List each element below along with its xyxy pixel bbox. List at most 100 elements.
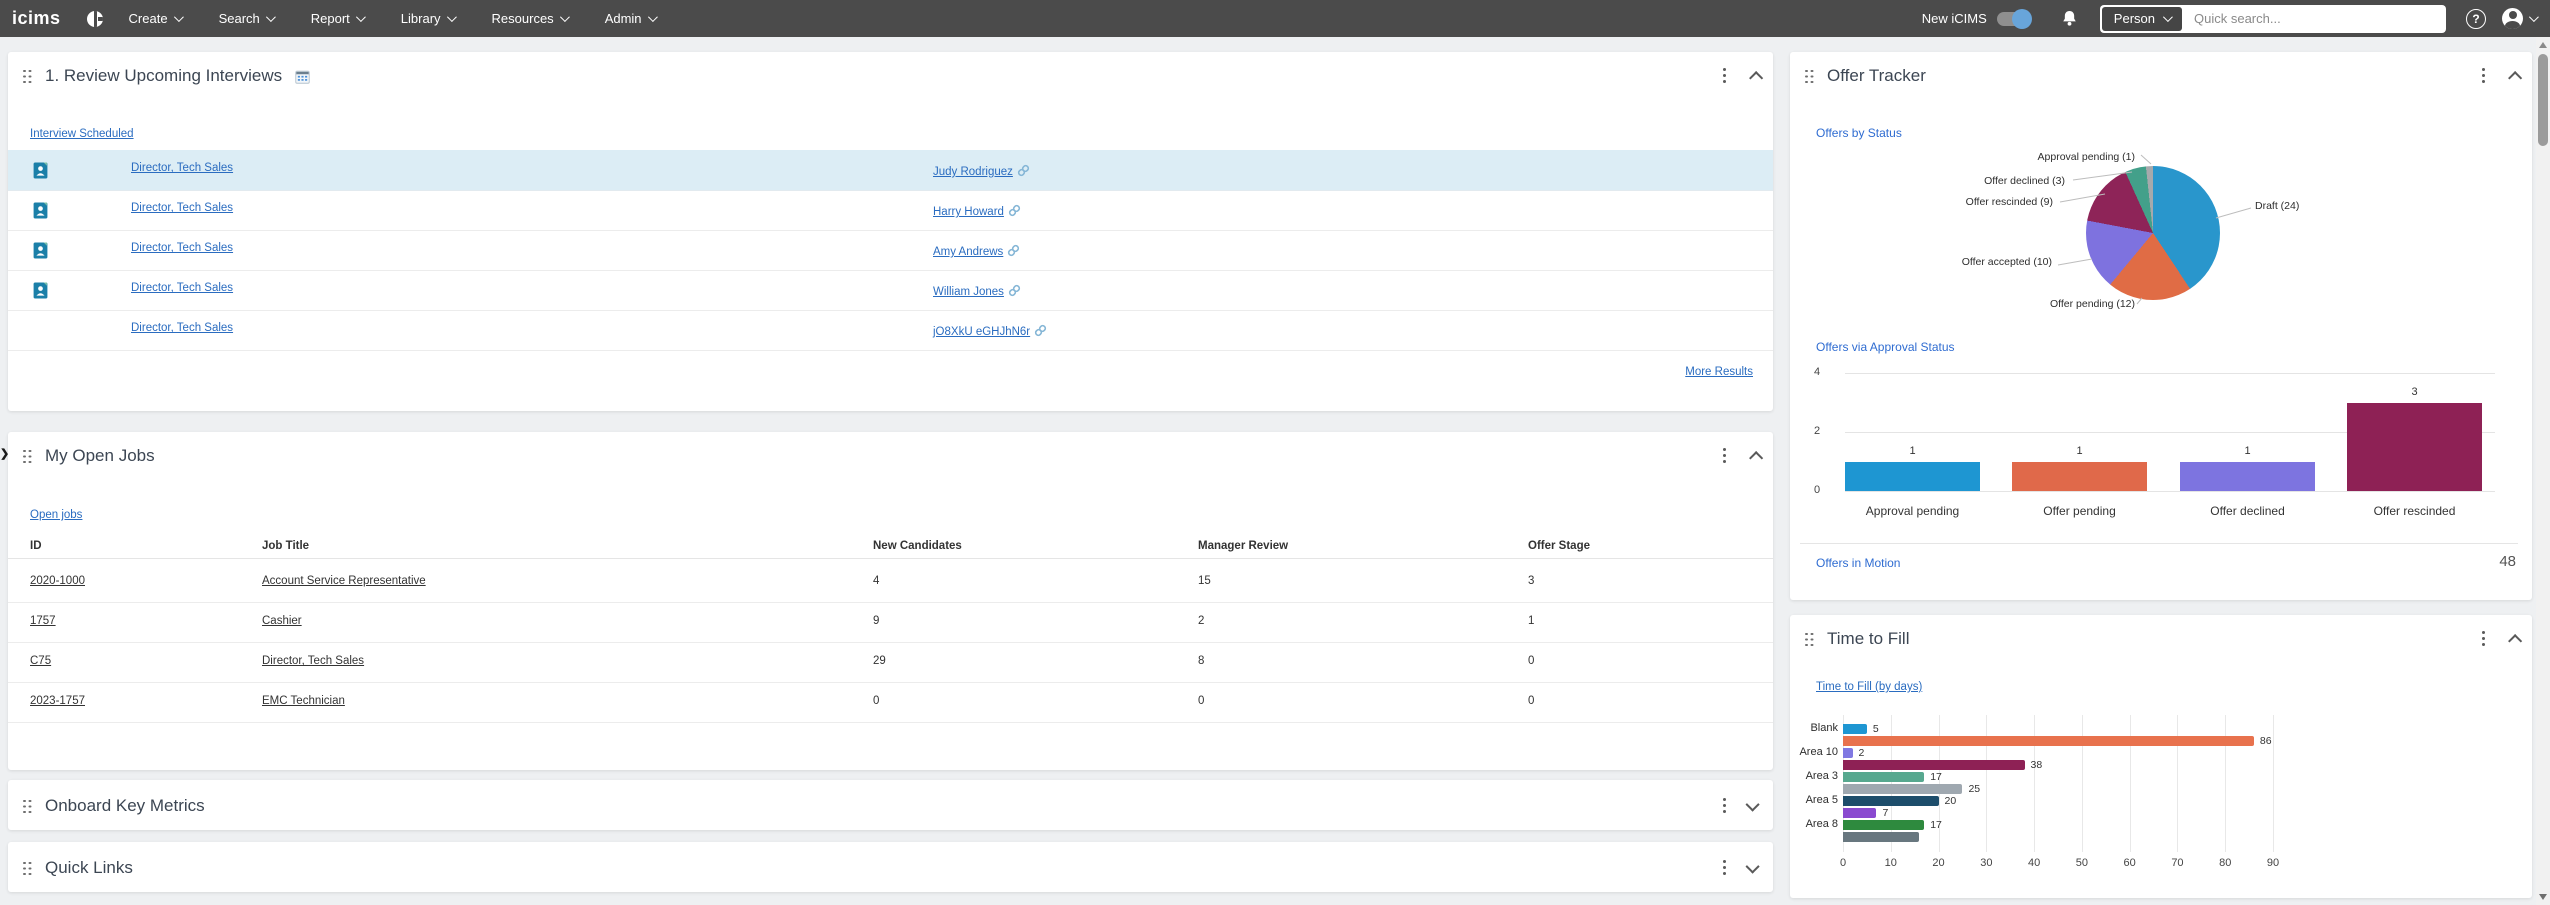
table-row[interactable]: 1757 Cashier 9 2 1 — [8, 602, 1773, 643]
scrollbar-up-arrow-icon[interactable] — [2539, 42, 2547, 48]
x-axis-category-label: Offer pending — [2043, 504, 2116, 518]
interview-scheduled-link[interactable]: Interview Scheduled — [30, 128, 134, 140]
person-document-icon[interactable] — [33, 242, 48, 264]
column-header: ID — [30, 540, 42, 552]
drag-handle-icon[interactable] — [22, 861, 33, 876]
vertical-scrollbar[interactable] — [2536, 37, 2550, 905]
scrollbar-down-arrow-icon[interactable] — [2539, 894, 2547, 900]
collapse-chevron-icon[interactable] — [1745, 797, 1760, 812]
job-id-link[interactable]: 2023-1757 — [30, 695, 85, 707]
person-document-icon[interactable] — [33, 282, 48, 304]
job-id-link[interactable]: 1757 — [30, 615, 56, 627]
toggle-knob[interactable] — [2011, 8, 2032, 29]
offers-by-status-link[interactable]: Offers by Status — [1816, 126, 1902, 140]
table-row[interactable]: Director, Tech Sales Amy Andrews — [8, 230, 1773, 271]
y-axis-tick: 2 — [1814, 425, 1821, 437]
offers-in-motion-link[interactable]: Offers in Motion — [1816, 556, 1900, 570]
x-axis-tick: 10 — [1884, 857, 1897, 869]
panel-expand-chevron-icon[interactable]: ❯ — [0, 447, 9, 460]
offers-via-approval-status-link[interactable]: Offers via Approval Status — [1816, 340, 1955, 354]
collapse-chevron-icon[interactable] — [1749, 71, 1764, 86]
interview-person-link[interactable]: jO8XkU eGHJhN6r — [933, 322, 1047, 338]
menu-label: Resources — [491, 11, 554, 26]
menu-resources[interactable]: Resources — [491, 11, 570, 26]
menu-report[interactable]: Report — [311, 11, 366, 26]
table-row[interactable]: Director, Tech Sales Harry Howard — [8, 190, 1773, 231]
interview-person-link[interactable]: Judy Rodriguez — [933, 162, 1030, 178]
x-axis-tick: 0 — [1839, 857, 1847, 869]
collapse-chevron-icon[interactable] — [2508, 71, 2523, 86]
pie-slice-label: Draft (24) — [2255, 200, 2300, 212]
column-header: Job Title — [262, 540, 310, 552]
table-row[interactable]: C75 Director, Tech Sales 29 8 0 — [8, 642, 1773, 683]
column-header: New Candidates — [873, 540, 962, 552]
widget-menu-icon[interactable] — [1723, 68, 1727, 84]
top-navbar: icims Create Search Report Library Resources… — [0, 0, 2550, 37]
job-id-link[interactable]: C75 — [30, 655, 51, 667]
drag-handle-icon[interactable] — [1804, 69, 1815, 84]
widget-menu-icon[interactable] — [1723, 798, 1727, 814]
table-row[interactable]: 2020-1000 Account Service Representative 4… — [8, 562, 1773, 603]
collapse-chevron-icon[interactable] — [2508, 634, 2523, 649]
interview-job-link[interactable]: Director, Tech Sales — [131, 322, 233, 334]
interview-job-link[interactable]: Director, Tech Sales — [131, 242, 233, 254]
help-icon[interactable]: ? — [2466, 8, 2486, 29]
widget-offer-tracker: Offer Tracker Offers by Status Draft (24… — [1790, 52, 2532, 600]
job-cell-value: 8 — [1198, 655, 1205, 667]
job-title-link[interactable]: Account Service Representative — [262, 575, 426, 587]
drag-handle-icon[interactable] — [22, 69, 33, 84]
x-axis-category-label: Offer declined — [2210, 504, 2285, 518]
drag-handle-icon[interactable] — [1804, 632, 1815, 647]
new-icims-toggle[interactable] — [1996, 8, 2032, 29]
time-to-fill-by-days-link[interactable]: Time to Fill (by days) — [1816, 681, 1922, 693]
bar-value-label: 7 — [1882, 807, 1889, 819]
y-axis-category-label: Area 10 — [1799, 746, 1838, 758]
quick-search-input[interactable] — [2182, 6, 2444, 31]
job-title-link[interactable]: Director, Tech Sales — [262, 655, 364, 667]
job-id-link[interactable]: 2020-1000 — [30, 575, 85, 587]
pie-chart — [2086, 166, 2220, 300]
interview-job-link[interactable]: Director, Tech Sales — [131, 162, 233, 174]
search-scope-dropdown[interactable]: Person — [2101, 6, 2182, 31]
collapse-chevron-icon[interactable] — [1745, 859, 1760, 874]
menu-label: Admin — [604, 11, 642, 26]
interview-job-link[interactable]: Director, Tech Sales — [131, 202, 233, 214]
chevron-down-icon — [355, 12, 366, 23]
y-axis-tick: 0 — [1814, 484, 1821, 496]
bar-value-label: 17 — [1930, 819, 1942, 831]
menu-create[interactable]: Create — [129, 11, 184, 26]
bar-value-label: 1 — [1909, 444, 1916, 457]
interview-job-link[interactable]: Director, Tech Sales — [131, 282, 233, 294]
scrollbar-thumb[interactable] — [2538, 54, 2548, 146]
person-document-icon[interactable] — [33, 162, 48, 184]
column-header: Manager Review — [1198, 540, 1289, 552]
table-row[interactable]: Director, Tech Sales jO8XkU eGHJhN6r — [8, 310, 1773, 351]
menu-admin[interactable]: Admin — [604, 11, 658, 26]
pie-slice-label: Offer accepted (10) — [1961, 256, 2052, 268]
interview-person-link[interactable]: William Jones — [933, 282, 1021, 298]
user-menu-chevron-icon[interactable] — [2528, 12, 2539, 23]
person-document-icon[interactable] — [33, 202, 48, 224]
table-row[interactable]: Director, Tech Sales William Jones — [8, 270, 1773, 311]
widget-menu-icon[interactable] — [1723, 860, 1727, 876]
table-row[interactable]: 2023-1757 EMC Technician 0 0 0 — [8, 682, 1773, 723]
widget-menu-icon[interactable] — [2482, 68, 2486, 84]
table-row[interactable]: Director, Tech Sales Judy Rodriguez — [8, 150, 1773, 191]
interview-person-link[interactable]: Harry Howard — [933, 202, 1021, 218]
icims-logo-mark-icon[interactable] — [86, 10, 103, 27]
user-avatar-icon[interactable] — [2502, 8, 2523, 29]
bar — [1843, 736, 2254, 746]
job-title-link[interactable]: Cashier — [262, 615, 302, 627]
more-results-link[interactable]: More Results — [1685, 366, 1753, 378]
bar-value-label: 3 — [2411, 385, 2418, 398]
menu-search[interactable]: Search — [219, 11, 276, 26]
widget-menu-icon[interactable] — [2482, 631, 2486, 647]
menu-library[interactable]: Library — [401, 11, 457, 26]
job-cell-value: 1 — [1528, 615, 1535, 627]
notifications-bell-icon[interactable] — [2061, 10, 2078, 28]
interview-person-link[interactable]: Amy Andrews — [933, 242, 1020, 258]
widget-quick-links: Quick Links — [8, 842, 1773, 892]
drag-handle-icon[interactable] — [22, 799, 33, 814]
icims-logo[interactable]: icims — [12, 8, 61, 29]
job-title-link[interactable]: EMC Technician — [262, 695, 345, 707]
